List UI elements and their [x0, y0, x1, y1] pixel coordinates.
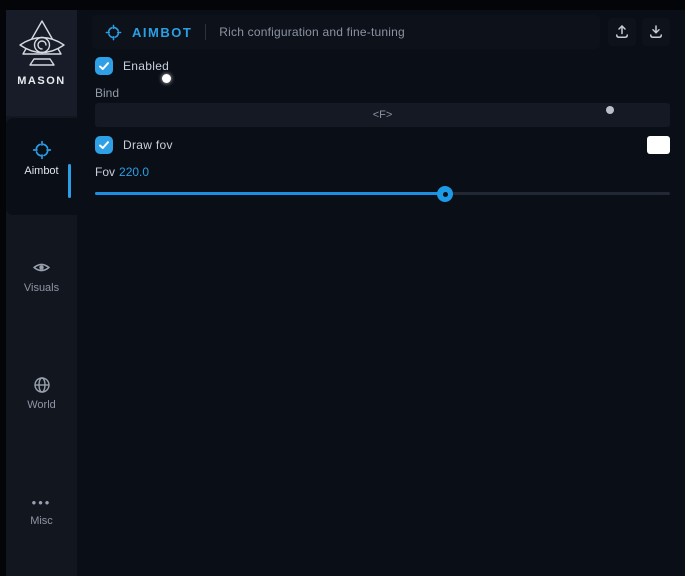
mason-logo-icon [16, 19, 68, 73]
sidebar-item-label: World [27, 399, 56, 411]
sidebar-item-misc[interactable]: ••• Misc [6, 496, 77, 527]
page-header: AIMBOT Rich configuration and fine-tunin… [92, 15, 600, 49]
sidebar-item-aimbot[interactable]: Aimbot [6, 140, 77, 177]
slider-thumb[interactable] [437, 186, 453, 202]
app-window: { "brand": "MASON", "sidebar": { "items"… [0, 0, 685, 576]
download-config-button[interactable] [642, 18, 670, 46]
cursor-trail-dot [606, 106, 614, 114]
page-subtitle: Rich configuration and fine-tuning [219, 25, 405, 39]
active-tab-indicator [68, 164, 71, 198]
sidebar-item-world[interactable]: World [6, 376, 77, 411]
enabled-row: Enabled [95, 57, 169, 75]
slider-fill [95, 192, 445, 195]
crosshair-icon [105, 24, 122, 41]
draw-fov-checkbox[interactable] [95, 136, 113, 154]
ellipsis-icon: ••• [32, 496, 52, 510]
draw-fov-label: Draw fov [123, 138, 173, 152]
fov-color-picker[interactable] [647, 136, 670, 154]
upload-config-button[interactable] [608, 18, 636, 46]
sidebar: MASON Aimbot Visuals [6, 10, 77, 576]
sidebar-item-label: Visuals [24, 282, 59, 294]
bind-value: <F> [373, 109, 393, 121]
enabled-label: Enabled [123, 59, 169, 73]
mouse-cursor-dot [162, 74, 171, 83]
page-title: AIMBOT [132, 25, 192, 40]
sidebar-item-label: Misc [30, 515, 53, 527]
bind-input[interactable]: <F> [95, 103, 670, 127]
enabled-checkbox[interactable] [95, 57, 113, 75]
main-content: AIMBOT Rich configuration and fine-tunin… [77, 10, 685, 576]
fov-label: Fov [95, 165, 115, 179]
fov-slider[interactable] [95, 186, 670, 202]
sidebar-item-label: Aimbot [24, 165, 58, 177]
divider [205, 24, 206, 40]
draw-fov-row: Draw fov [95, 136, 173, 154]
sidebar-item-visuals[interactable]: Visuals [6, 258, 77, 294]
fov-value-row: Fov 220.0 [95, 165, 149, 179]
logo-block: MASON [6, 10, 77, 116]
eye-icon [32, 258, 51, 277]
brand-text: MASON [17, 75, 65, 87]
bind-label: Bind [95, 86, 119, 100]
crosshair-icon [32, 140, 52, 160]
globe-icon [33, 376, 51, 394]
fov-value: 220.0 [119, 165, 149, 179]
